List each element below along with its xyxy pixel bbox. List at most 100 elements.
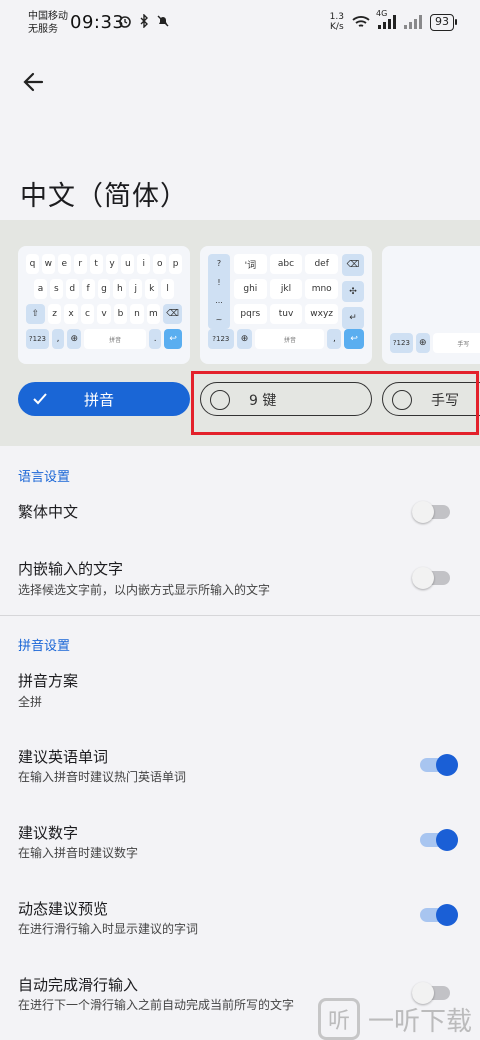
key: ghi [234,279,267,299]
comma-key: , [327,329,342,349]
enter-key: ↩ [344,329,364,349]
shift-key: ⇧ [26,304,45,324]
key: m [146,304,161,324]
net-speed: 1.3 K/s [330,12,344,32]
setting-pinyin-scheme-value: 全拼 [18,695,43,709]
net-speed-unit: K/s [330,22,344,32]
key: '词 [234,254,267,274]
setting-numbers-title[interactable]: 建议数字 [18,822,78,843]
setting-numbers-subtitle: 在输入拼音时建议数字 [18,846,139,860]
layout-option-label: 拼音 [84,391,115,409]
service-status: 无服务 [28,24,58,35]
side-key: ! [217,277,221,287]
symbols-key: ?123 [26,329,49,349]
key: def [305,254,339,274]
toggle-thumb [412,501,434,523]
carrier-name: 中国移动 [28,11,68,22]
qwerty-row-3: ⇧ z x c v b n m ⌫ [26,304,182,324]
setting-dynamic-preview-subtitle: 在进行滑行输入时显示建议的字词 [18,922,199,936]
page-title: 中文（简体） [20,181,188,212]
keyboard-preview-pinyin[interactable]: qwertyuiop asdfghjkl ⇧ z x c v b n m ⌫ ?123 , ⊕ … [18,246,190,364]
key: e [57,254,71,274]
toggle-dynamic-preview[interactable] [420,904,458,926]
toggle-inline-text[interactable] [412,567,450,589]
setting-english-words-subtitle: 在输入拼音时建议热门英语单词 [18,770,187,784]
nine-key-bottom-row: ?123 ⊕ 拼音 , ↩ [208,329,364,349]
setting-pinyin-scheme-title[interactable]: 拼音方案 [18,670,78,691]
key: i [137,254,151,274]
check-icon [33,393,47,405]
comma-key: , [51,329,65,349]
keyboard-preview-handwriting[interactable]: ?123 ⊕ 手写 [382,246,480,364]
net-speed-value: 1.3 [329,12,344,22]
side-key: ... [215,296,223,306]
setting-inline-text-subtitle: 选择候选文字前，以内嵌方式显示所输入的文字 [18,583,271,597]
key: pqrs [234,304,267,324]
divider [0,615,480,616]
key: z [47,304,62,324]
wifi-icon [352,16,370,27]
clock: 09:33 [70,12,125,33]
qwerty-row-1: qwertyuiop [26,254,183,274]
key: g [97,279,111,299]
backspace-key: ⌫ [342,254,364,276]
toggle-thumb [436,904,458,926]
symbols-key: ?123 [208,329,234,349]
toggle-traditional-chinese[interactable] [412,501,450,523]
key: p [169,254,183,274]
setting-inline-text-title[interactable]: 内嵌输入的文字 [18,558,123,579]
qwerty-row-2: asdfghjkl [26,279,182,299]
space-key: 拼音 [255,329,325,349]
key: k [145,279,159,299]
toggle-english-words[interactable] [420,754,458,776]
key: r [73,254,87,274]
handwriting-bottom-row: ?123 ⊕ 手写 [390,333,480,353]
key: l [161,279,175,299]
battery-icon: 93 [430,13,457,31]
setting-auto-complete-title[interactable]: 自动完成滑行输入 [18,974,138,995]
setting-english-words-title[interactable]: 建议英语单词 [18,746,108,767]
key: s [49,279,63,299]
toggle-thumb [436,829,458,851]
status-right: 1.3 K/s 4G 93 [330,9,457,32]
side-key: ~ [215,315,223,325]
key: tuv [269,304,303,324]
mute-icon [157,15,169,27]
bluetooth-icon [140,14,148,28]
key: h [113,279,127,299]
nine-key-row-1: '词 abc def [234,254,339,274]
toggle-numbers[interactable] [420,829,458,851]
highlight-box [191,371,479,435]
globe-key: ⊕ [67,329,82,349]
watermark-logo: 听 [318,998,360,1040]
key: abc [269,254,303,274]
key: n [130,304,144,324]
toggle-thumb [412,567,434,589]
setting-traditional-chinese-title[interactable]: 繁体中文 [18,501,78,522]
section-header-pinyin: 拼音设置 [18,639,71,654]
enter-key: ↩ [164,329,182,349]
side-key: ? [216,258,222,268]
period-key: . [149,329,162,349]
enter-alt-key: ↵ [342,307,364,330]
key: d [65,279,79,299]
carrier-info: 中国移动 无服务 [28,10,68,36]
key: f [81,279,95,299]
watermark: 听 一听下载 [318,998,472,1040]
backspace-key: ⌫ [163,304,182,324]
key: j [129,279,143,299]
signal-icon-2 [404,15,422,29]
layout-option-pinyin[interactable]: 拼音 [18,382,190,416]
setting-dynamic-preview-title[interactable]: 动态建议预览 [18,898,108,919]
status-icons [118,14,170,28]
nine-key-side-column: ?!... ~ [208,254,230,329]
key: u [121,254,135,274]
keyboard-preview-nine-key[interactable]: ?!... ~ '词 abc def ghi jkl mno pqrs tuv wxyz ⌫ … [200,246,372,364]
key: q [26,254,39,274]
globe-key: ⊕ [415,333,430,353]
back-arrow-icon[interactable] [20,68,48,96]
network-type: 4G [376,9,388,18]
setting-auto-complete-subtitle: 在进行下一个滑行输入之前自动完成当前所写的文字 [18,998,295,1012]
key: t [89,254,103,274]
cursor-key: ✣ [342,280,364,303]
